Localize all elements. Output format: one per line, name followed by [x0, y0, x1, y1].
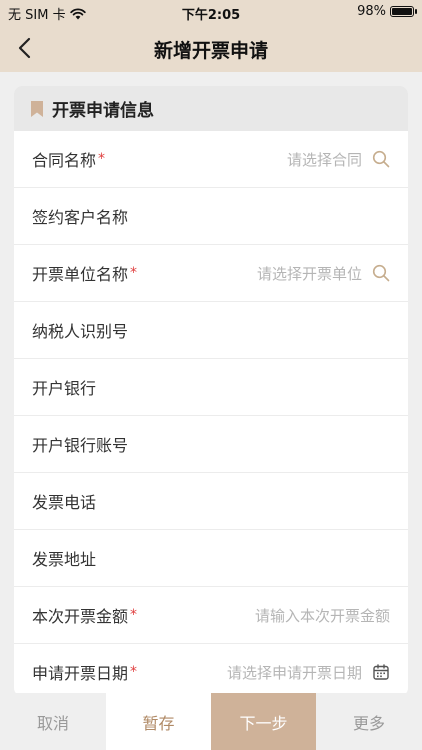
field-label: 开户银行账号 — [32, 436, 129, 455]
field-label: 签约客户名称 — [32, 208, 129, 227]
field-invoice-address[interactable]: 发票地址 — [14, 530, 408, 587]
field-label: 发票电话 — [32, 493, 97, 512]
field-label: 申请开票日期 — [32, 664, 129, 683]
field-label: 本次开票金额 — [32, 607, 129, 626]
battery-percent: 98% — [357, 4, 386, 19]
save-draft-button[interactable]: 暂存 — [106, 693, 211, 750]
field-apply-date[interactable]: 申请开票日期 * 请选择申请开票日期 — [14, 644, 408, 696]
required-mark: * — [130, 265, 138, 281]
battery-icon — [390, 6, 417, 17]
field-label: 纳税人识别号 — [32, 322, 129, 341]
section-header: 开票申请信息 — [14, 86, 408, 131]
date-select[interactable]: 请选择申请开票日期 — [227, 662, 362, 683]
field-billing-unit[interactable]: 开票单位名称 * 请选择开票单位 — [14, 245, 408, 302]
field-label: 合同名称 — [32, 151, 97, 170]
cancel-button[interactable]: 取消 — [0, 693, 106, 750]
contract-select[interactable]: 请选择合同 — [287, 149, 362, 170]
field-bank[interactable]: 开户银行 — [14, 359, 408, 416]
required-mark: * — [130, 607, 138, 623]
bookmark-icon — [31, 100, 43, 117]
more-button[interactable]: 更多 — [316, 693, 422, 750]
section-title: 开票申请信息 — [52, 101, 154, 121]
search-icon[interactable] — [372, 264, 390, 282]
search-icon[interactable] — [372, 150, 390, 168]
field-invoice-amount[interactable]: 本次开票金额 * 请输入本次开票金额 — [14, 587, 408, 644]
field-label: 开票单位名称 — [32, 265, 129, 284]
page-title: 新增开票申请 — [153, 40, 268, 62]
calendar-icon[interactable] — [372, 663, 390, 681]
form-card: 开票申请信息 合同名称 * 请选择合同 签约客户名称 开票单位名称 * 请选择开… — [14, 86, 408, 696]
header: 无 SIM 卡 下午2:05 98% 新增开票申请 — [0, 0, 422, 72]
bottom-action-bar: 取消 暂存 下一步 更多 — [0, 693, 422, 750]
field-label: 发票地址 — [32, 550, 97, 569]
status-bar: 无 SIM 卡 下午2:05 98% — [0, 0, 422, 24]
nav-bar: 新增开票申请 — [0, 24, 422, 72]
field-client-name[interactable]: 签约客户名称 — [14, 188, 408, 245]
field-invoice-phone[interactable]: 发票电话 — [14, 473, 408, 530]
field-label: 开户银行 — [32, 379, 97, 398]
battery-level — [392, 8, 412, 15]
field-bank-account[interactable]: 开户银行账号 — [14, 416, 408, 473]
billing-unit-select[interactable]: 请选择开票单位 — [257, 263, 362, 284]
field-contract-name[interactable]: 合同名称 * 请选择合同 — [14, 131, 408, 188]
field-taxpayer-id[interactable]: 纳税人识别号 — [14, 302, 408, 359]
required-mark: * — [98, 151, 106, 167]
required-mark: * — [130, 664, 138, 680]
amount-input[interactable]: 请输入本次开票金额 — [255, 605, 390, 626]
next-step-button[interactable]: 下一步 — [211, 693, 316, 750]
